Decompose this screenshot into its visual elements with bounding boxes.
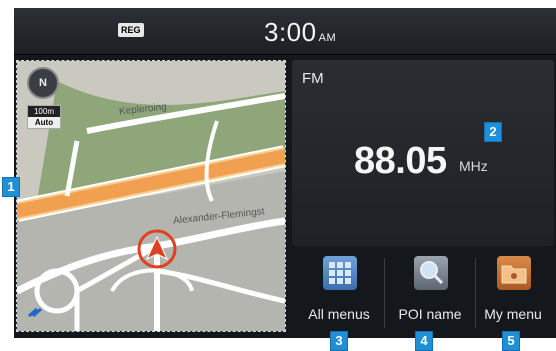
button-divider bbox=[384, 258, 385, 328]
my-menu-button[interactable]: My menu bbox=[470, 250, 556, 330]
radio-frequency: 88.05 bbox=[354, 140, 447, 182]
all-menus-button[interactable]: All menus bbox=[296, 250, 382, 330]
navigation-map[interactable]: N 100m Auto Kepleroing Alexander-Fleming… bbox=[16, 60, 286, 332]
map-scale[interactable]: 100m Auto bbox=[27, 105, 61, 129]
frequency-unit: MHz bbox=[459, 158, 488, 174]
status-bar: REG 3:00 AM bbox=[14, 8, 556, 55]
clock-ampm: AM bbox=[318, 32, 337, 44]
radio-band: FM bbox=[302, 70, 324, 87]
callout-2: 2 bbox=[484, 122, 502, 142]
magnifier-icon bbox=[414, 256, 448, 290]
clock: 3:00 AM bbox=[264, 17, 336, 48]
poi-name-button[interactable]: POI name bbox=[387, 250, 473, 330]
callout-3: 3 bbox=[330, 331, 348, 351]
callout-5: 5 bbox=[502, 331, 520, 351]
all-menus-label: All menus bbox=[308, 306, 370, 322]
radio-widget[interactable]: FM 88.05 MHz bbox=[292, 60, 554, 246]
scale-mode: Auto bbox=[28, 117, 60, 128]
clock-time: 3:00 bbox=[264, 17, 317, 47]
my-menu-label: My menu bbox=[484, 306, 542, 322]
reg-badge: REG bbox=[118, 23, 144, 37]
map-graphic bbox=[17, 61, 285, 331]
compass-icon[interactable]: N bbox=[27, 67, 59, 99]
callout-4: 4 bbox=[415, 331, 433, 351]
scale-value: 100m bbox=[33, 107, 54, 116]
poi-name-label: POI name bbox=[398, 306, 462, 322]
grid-icon bbox=[323, 256, 357, 290]
folder-icon bbox=[497, 256, 531, 290]
callout-1: 1 bbox=[2, 177, 20, 197]
head-unit-screen: REG 3:00 AM N 100m Auto Kepleroing Alexa… bbox=[14, 8, 556, 338]
